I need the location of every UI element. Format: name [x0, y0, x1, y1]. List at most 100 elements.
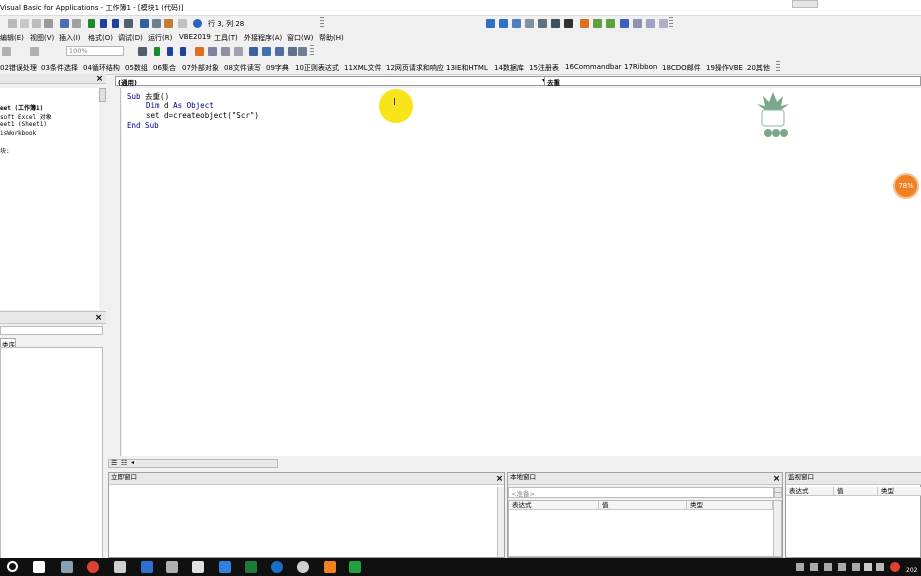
help-icon[interactable]	[193, 19, 202, 28]
immediate-window-icon[interactable]	[262, 47, 271, 56]
immediate-scrollbar[interactable]	[497, 487, 504, 557]
addin-19[interactable]: 19操作VBE	[706, 63, 743, 73]
addin-09[interactable]: 09字典	[266, 63, 289, 73]
monitor-icon[interactable]	[114, 561, 126, 573]
locals-scrollbar[interactable]	[773, 501, 781, 556]
design-icon[interactable]	[138, 47, 147, 56]
immediate-close-icon[interactable]: ×	[495, 475, 504, 484]
tree-item-modules[interactable]: 块:	[0, 146, 10, 155]
quick-info-icon[interactable]	[538, 19, 547, 28]
reset-icon[interactable]	[112, 19, 119, 28]
addin-10[interactable]: 10正则表达式	[295, 63, 339, 73]
toolbar-grip-3[interactable]	[310, 45, 314, 57]
network-icon[interactable]	[852, 563, 860, 571]
cut-icon[interactable]	[8, 19, 17, 28]
step-out-icon[interactable]	[234, 47, 243, 56]
addin-15[interactable]: 15注册表	[529, 63, 559, 73]
app-icon-6[interactable]	[297, 561, 309, 573]
run-icon[interactable]	[88, 19, 95, 28]
call-stack-icon[interactable]	[298, 47, 307, 56]
tray-icon-4[interactable]	[838, 563, 846, 571]
project-scrollbar[interactable]	[99, 88, 106, 102]
addin-07[interactable]: 07外部对象	[182, 63, 219, 73]
code-editor[interactable]: Sub 去重() Dim d As Object set d=createobj…	[122, 88, 921, 456]
locals-window-icon[interactable]	[249, 47, 258, 56]
addin-04[interactable]: 04循环结构	[83, 63, 120, 73]
menu-help[interactable]: 帮助(H)	[319, 33, 344, 43]
addin-16[interactable]: 16Commandbar	[565, 63, 622, 71]
break-icon[interactable]	[100, 19, 107, 28]
menu-tools[interactable]: 工具(T)	[214, 33, 238, 43]
task-view-icon[interactable]	[33, 561, 45, 573]
run-macro-icon[interactable]	[154, 47, 160, 56]
toolbar-grip-4[interactable]	[776, 61, 780, 73]
properties-icon[interactable]	[152, 19, 161, 28]
edge-icon[interactable]	[271, 561, 283, 573]
zoom-select[interactable]: 100%	[66, 46, 124, 56]
ime-icon[interactable]	[876, 563, 884, 571]
next-bookmark-icon[interactable]	[633, 19, 642, 28]
minimize-button[interactable]	[792, 0, 818, 8]
addin-06[interactable]: 06集合	[153, 63, 176, 73]
watch-window-icon[interactable]	[275, 47, 284, 56]
find-icon[interactable]	[44, 19, 53, 28]
addin-11[interactable]: 11XML文件	[344, 63, 382, 73]
locals-close-icon[interactable]: ×	[772, 475, 781, 484]
code-horizontal-scrollbar[interactable]: ☰ ☷ ◂	[108, 459, 278, 468]
comment-block-icon[interactable]	[593, 19, 602, 28]
chrome-icon[interactable]	[87, 561, 99, 573]
tree-item-excel-objects[interactable]: soft Excel 对象	[0, 112, 52, 121]
percentage-badge[interactable]: 78%	[893, 173, 919, 199]
list-members-icon[interactable]	[512, 19, 521, 28]
menu-window[interactable]: 窗口(W)	[287, 33, 313, 43]
app-icon-8[interactable]	[349, 561, 361, 573]
menu-format[interactable]: 格式(O)	[88, 33, 113, 43]
menu-addins[interactable]: 外接程序(A)	[244, 33, 282, 43]
step-into-icon[interactable]	[208, 47, 217, 56]
redo-icon[interactable]	[72, 19, 81, 28]
menu-run[interactable]: 运行(R)	[148, 33, 172, 43]
tray-app-icon[interactable]	[890, 562, 900, 572]
pause-icon[interactable]	[167, 47, 173, 56]
undo-icon[interactable]	[60, 19, 69, 28]
addin-12[interactable]: 12网页请求和响应	[386, 63, 444, 73]
procedure-view-icon[interactable]: ☰	[111, 459, 117, 467]
outdent-icon[interactable]	[499, 19, 508, 28]
toolbox-icon[interactable]	[178, 19, 187, 28]
tree-item-project[interactable]: eet (工作簿1)	[0, 103, 43, 112]
toolbar-grip[interactable]	[320, 17, 324, 29]
previous-bookmark-icon[interactable]	[646, 19, 655, 28]
project-close-icon[interactable]: ×	[95, 75, 104, 84]
copy-icon[interactable]	[20, 19, 29, 28]
object-dropdown[interactable]: (通用) ▾	[115, 76, 547, 87]
parameter-info-icon[interactable]	[551, 19, 560, 28]
menu-insert[interactable]: 插入(I)	[59, 33, 81, 43]
toggle-bookmark-icon[interactable]	[620, 19, 629, 28]
align-icon[interactable]	[2, 47, 11, 56]
app-icon-7[interactable]	[324, 561, 336, 573]
locals-browse-button[interactable]: …	[774, 487, 782, 498]
menu-vbe2019[interactable]: VBE2019	[179, 33, 211, 41]
paste-icon[interactable]	[32, 19, 41, 28]
project-explorer-icon[interactable]	[140, 19, 149, 28]
properties-object-select[interactable]	[0, 326, 103, 335]
app-icon-4[interactable]	[192, 561, 204, 573]
addin-17[interactable]: 17Ribbon	[624, 63, 657, 71]
app-icon-3[interactable]	[166, 561, 178, 573]
procedure-dropdown[interactable]: 去重	[544, 76, 921, 87]
tab-categorized[interactable]: 类序	[0, 338, 16, 349]
object-browser-icon[interactable]	[164, 19, 173, 28]
addin-05[interactable]: 05数组	[125, 63, 148, 73]
quick-watch-icon[interactable]	[288, 47, 297, 56]
app-icon-1[interactable]	[61, 561, 73, 573]
menu-edit[interactable]: 编辑(E)	[0, 33, 24, 43]
excel-icon[interactable]	[245, 561, 257, 573]
clear-bookmarks-icon[interactable]	[659, 19, 668, 28]
indent-icon[interactable]	[486, 19, 495, 28]
toolbar-grip-2[interactable]	[669, 17, 673, 29]
menu-view[interactable]: 视图(V)	[30, 33, 54, 43]
addin-13[interactable]: 13IE和HTML	[446, 63, 488, 73]
list-constants-icon[interactable]	[525, 19, 534, 28]
properties-close-icon[interactable]: ×	[94, 314, 103, 323]
volume-icon[interactable]	[864, 563, 872, 571]
